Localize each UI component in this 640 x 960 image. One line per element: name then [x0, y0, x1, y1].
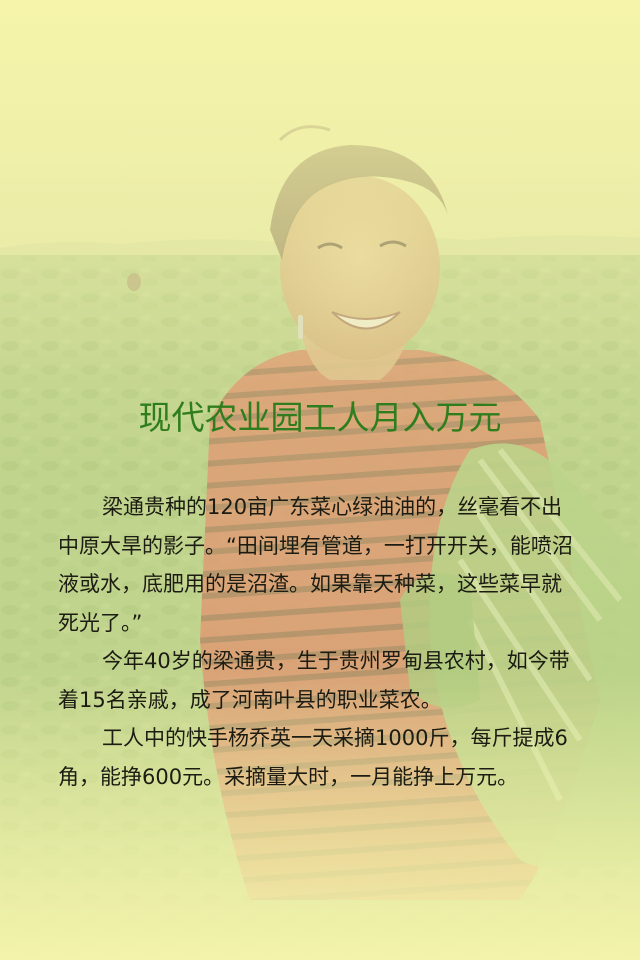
- article-page: 现代农业园工人月入万元 梁通贵种的120亩广东菜心绿油油的，丝毫看不出中原大旱的…: [0, 0, 640, 960]
- article-paragraph-3: 工人中的快手杨乔英一天采摘1000斤，每斤提成6角，能挣600元。采摘量大时，一…: [58, 726, 568, 789]
- background-photo: [0, 0, 640, 960]
- article-body: 梁通贵种的120亩广东菜心绿油油的，丝毫看不出中原大旱的影子。“田间埋有管道，一…: [58, 488, 580, 796]
- article-paragraph-2: 今年40岁的梁通贵，生于贵州罗甸县农村，如今带着15名亲戚，成了河南叶县的职业菜…: [58, 649, 570, 712]
- article-title: 现代农业园工人月入万元: [138, 398, 502, 437]
- article-paragraph-1: 梁通贵种的120亩广东菜心绿油油的，丝毫看不出中原大旱的影子。“田间埋有管道，一…: [58, 495, 573, 635]
